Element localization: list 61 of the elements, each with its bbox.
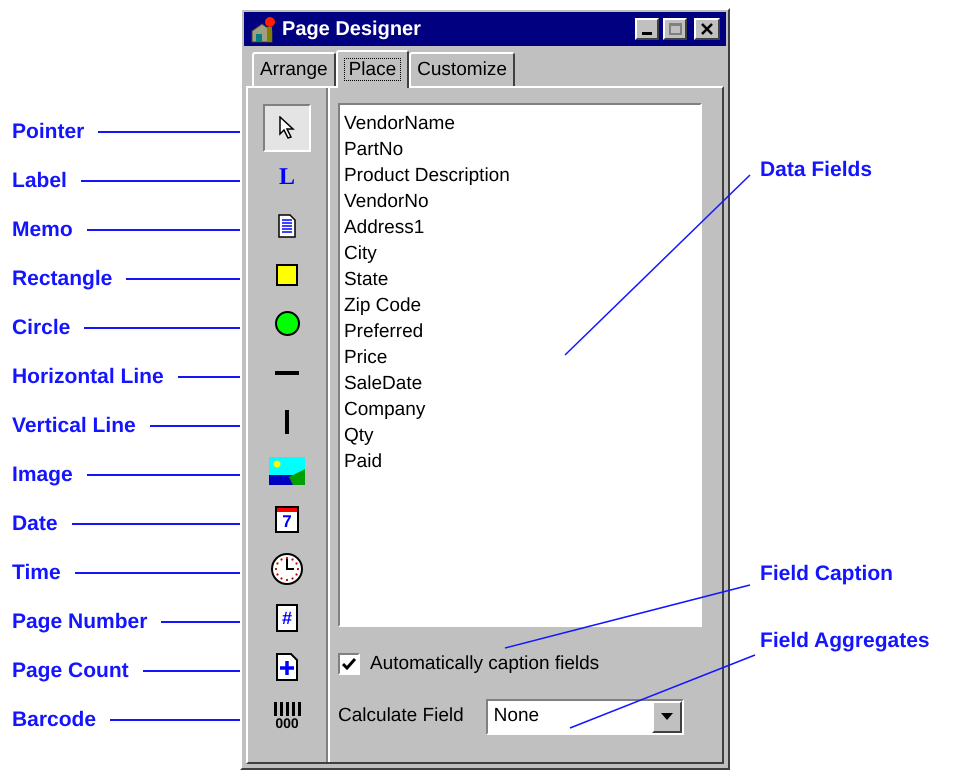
- callout-label: Vertical Line: [12, 412, 136, 439]
- list-item[interactable]: PartNo: [344, 137, 696, 163]
- document-icon: [278, 214, 296, 238]
- minimize-button[interactable]: [635, 18, 659, 40]
- leader-line: [178, 376, 240, 378]
- list-item[interactable]: Price: [344, 345, 696, 371]
- list-item[interactable]: Qty: [344, 423, 696, 449]
- callout-label: Page Count: [12, 658, 129, 684]
- list-item[interactable]: City: [344, 241, 696, 267]
- list-item[interactable]: VendorNo: [344, 189, 696, 215]
- list-item[interactable]: Company: [344, 397, 696, 423]
- dropdown[interactable]: None: [486, 698, 684, 734]
- list-item[interactable]: Address1: [344, 215, 696, 241]
- tool-button[interactable]: 7: [263, 496, 311, 544]
- checkbox-label: Automatically caption fields: [370, 652, 600, 676]
- callout-label: Time: [12, 560, 61, 586]
- window-title: Page Designer: [282, 17, 422, 42]
- house-icon: [250, 15, 278, 43]
- close-icon: [701, 23, 713, 35]
- tab[interactable]: Arrange: [252, 52, 336, 86]
- list-item[interactable]: VendorName: [344, 111, 696, 137]
- tool-button[interactable]: #: [263, 594, 311, 642]
- callout-label: Pointer: [12, 118, 84, 145]
- list-item[interactable]: SaleDate: [344, 371, 696, 397]
- checkmark-icon: [342, 658, 356, 670]
- tool-button[interactable]: [263, 104, 311, 152]
- tab[interactable]: Place: [336, 50, 410, 88]
- clock-icon: [270, 552, 304, 586]
- maximize-button[interactable]: [663, 18, 687, 40]
- callout-label: Barcode: [12, 706, 96, 733]
- callout-label: Horizontal Line: [12, 364, 164, 390]
- callout-label: Date: [12, 510, 58, 537]
- landscape-icon: [269, 456, 305, 484]
- dropdown-arrow-button[interactable]: [652, 700, 682, 732]
- tool-button[interactable]: 000: [263, 692, 311, 740]
- pointer-icon: [279, 116, 295, 140]
- callout-label: Label: [12, 168, 67, 194]
- calendar-icon: 7: [275, 506, 299, 533]
- close-button[interactable]: [694, 18, 720, 40]
- callout-label: Page Number: [12, 608, 148, 635]
- callout-label: Data Fields: [760, 157, 874, 183]
- callout-label: Circle: [12, 314, 70, 341]
- tab[interactable]: Customize: [409, 52, 515, 86]
- square-icon: [276, 264, 298, 286]
- list-item[interactable]: Product Description: [344, 163, 696, 189]
- list-item[interactable]: Paid: [344, 449, 696, 475]
- page-number-icon: #: [276, 604, 298, 632]
- callout-label: Rectangle: [12, 266, 112, 292]
- field-label: Calculate Field: [338, 704, 464, 728]
- page-plus-icon: [276, 652, 298, 680]
- callout-label: Field Caption: [760, 560, 894, 586]
- callout-label: Field Aggregates: [760, 628, 931, 654]
- list-item[interactable]: Zip Code: [344, 293, 696, 319]
- tool-button[interactable]: L: [263, 152, 311, 200]
- callout-label: Memo: [12, 216, 73, 243]
- list-item[interactable]: Preferred: [344, 319, 696, 345]
- callout-label: Image: [12, 462, 73, 488]
- label-icon: L: [278, 164, 295, 188]
- checkbox[interactable]: [338, 653, 360, 676]
- caret-icon: [660, 713, 673, 720]
- list-item[interactable]: State: [344, 267, 696, 293]
